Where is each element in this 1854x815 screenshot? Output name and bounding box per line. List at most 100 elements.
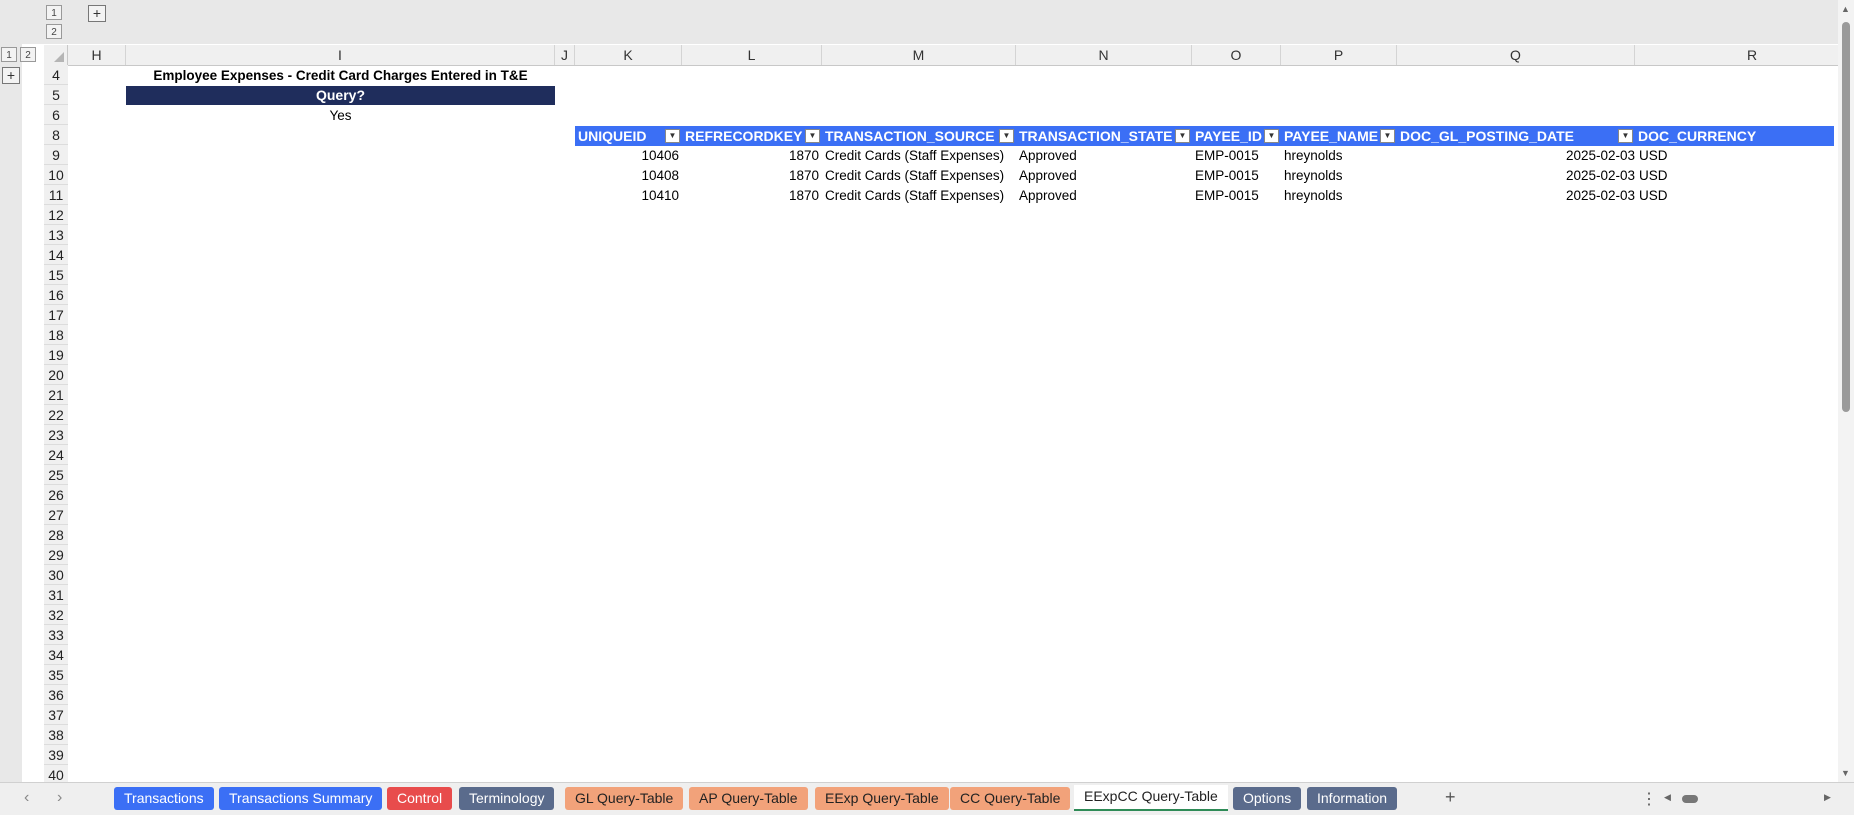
row-outline-level-1-button[interactable]: 1 (1, 47, 17, 62)
tab-eexpcc-query-table[interactable]: EExpCC Query-Table (1074, 785, 1228, 811)
cell-uniqueid[interactable]: 10406 (575, 146, 679, 166)
scroll-left-icon[interactable]: ◀ (1664, 792, 1671, 803)
cell-doc-gl-posting-date[interactable]: 2025-02-03 (1400, 166, 1635, 186)
column-header-n[interactable]: N (1016, 45, 1192, 65)
row-header[interactable]: 31 (44, 585, 68, 605)
column-header-o[interactable]: O (1192, 45, 1281, 65)
row-header[interactable]: 19 (44, 345, 68, 365)
cell-transaction-source[interactable]: Credit Cards (Staff Expenses) (825, 186, 1015, 206)
cell-uniqueid[interactable]: 10410 (575, 186, 679, 206)
cell-refrecordkey[interactable]: 1870 (682, 166, 819, 186)
outline-level-1-button[interactable]: 1 (46, 5, 62, 20)
column-header-r[interactable]: R (1635, 45, 1854, 65)
row-header[interactable]: 29 (44, 545, 68, 565)
column-header-q[interactable]: Q (1397, 45, 1635, 65)
column-header-j[interactable]: J (555, 45, 575, 65)
scroll-right-icon[interactable]: ▶ (1824, 792, 1831, 803)
row-header[interactable]: 35 (44, 665, 68, 685)
filter-dropdown-icon[interactable]: ▼ (1175, 129, 1190, 143)
row-header[interactable]: 17 (44, 305, 68, 325)
filter-dropdown-icon[interactable]: ▼ (1264, 129, 1279, 143)
horizontal-scrollbar[interactable]: ◀ ▶ (1664, 792, 1834, 806)
query-label-cell[interactable]: Query? (126, 86, 555, 105)
cell-doc-currency[interactable]: USD (1639, 146, 1829, 166)
cell-transaction-state[interactable]: Approved (1019, 186, 1191, 206)
column-header-i[interactable]: I (126, 45, 555, 65)
row-header[interactable]: 25 (44, 465, 68, 485)
column-header-h[interactable]: H (68, 45, 126, 65)
tab-transactions-summary[interactable]: Transactions Summary (219, 787, 383, 810)
cell-refrecordkey[interactable]: 1870 (682, 186, 819, 206)
cell-transaction-source[interactable]: Credit Cards (Staff Expenses) (825, 166, 1015, 186)
row-header[interactable]: 23 (44, 425, 68, 445)
column-header-l[interactable]: L (682, 45, 822, 65)
cell-payee-id[interactable]: EMP-0015 (1195, 146, 1281, 166)
cell-payee-id[interactable]: EMP-0015 (1195, 186, 1281, 206)
tab-gl-query-table[interactable]: GL Query-Table (565, 787, 684, 810)
tab-scroll-left-icon[interactable]: ‹ (24, 789, 29, 807)
scroll-down-icon[interactable]: ▼ (1841, 768, 1850, 778)
tab-eexp-query-table[interactable]: EExp Query-Table (815, 787, 949, 810)
filter-dropdown-icon[interactable]: ▼ (805, 129, 820, 143)
row-header[interactable]: 18 (44, 325, 68, 345)
filter-dropdown-icon[interactable]: ▼ (665, 129, 680, 143)
vertical-scroll-thumb[interactable] (1842, 22, 1850, 412)
row-header[interactable]: 20 (44, 365, 68, 385)
sheet-title[interactable]: Employee Expenses - Credit Card Charges … (126, 66, 555, 86)
row-header[interactable]: 24 (44, 445, 68, 465)
tab-control[interactable]: Control (387, 787, 453, 810)
row-header[interactable]: 27 (44, 505, 68, 525)
row-header[interactable]: 21 (44, 385, 68, 405)
query-value-cell[interactable]: Yes (126, 106, 555, 126)
row-header[interactable]: 34 (44, 645, 68, 665)
cell-payee-name[interactable]: hreynolds (1284, 166, 1396, 186)
row-header[interactable]: 30 (44, 565, 68, 585)
row-header[interactable]: 11 (44, 185, 68, 205)
tab-information[interactable]: Information (1307, 787, 1398, 810)
tab-scroll-right-icon[interactable]: › (57, 789, 62, 807)
cell-payee-id[interactable]: EMP-0015 (1195, 166, 1281, 186)
horizontal-scroll-thumb[interactable] (1682, 795, 1698, 803)
cell-payee-name[interactable]: hreynolds (1284, 186, 1396, 206)
row-header[interactable]: 15 (44, 265, 68, 285)
cell-transaction-state[interactable]: Approved (1019, 146, 1191, 166)
cell-payee-name[interactable]: hreynolds (1284, 146, 1396, 166)
tab-cc-query-table[interactable]: CC Query-Table (950, 787, 1071, 810)
vertical-scrollbar[interactable]: ▲ ▼ (1838, 0, 1854, 782)
row-header[interactable]: 4 (44, 65, 68, 85)
outline-level-2-button[interactable]: 2 (46, 24, 62, 39)
row-header[interactable]: 38 (44, 725, 68, 745)
more-options-icon[interactable]: ⋮ (1641, 789, 1657, 809)
expand-rows-button[interactable]: + (2, 67, 20, 84)
filter-dropdown-icon[interactable]: ▼ (999, 129, 1014, 143)
cell-doc-currency[interactable]: USD (1639, 166, 1829, 186)
row-header[interactable]: 14 (44, 245, 68, 265)
expand-columns-button[interactable]: + (88, 5, 106, 22)
cell-refrecordkey[interactable]: 1870 (682, 146, 819, 166)
row-header[interactable]: 5 (44, 85, 68, 105)
select-all-corner[interactable] (44, 45, 68, 65)
row-header[interactable]: 9 (44, 145, 68, 165)
row-header[interactable]: 28 (44, 525, 68, 545)
row-header[interactable]: 33 (44, 625, 68, 645)
column-header-m[interactable]: M (822, 45, 1016, 65)
column-header-p[interactable]: P (1281, 45, 1397, 65)
row-outline-level-2-button[interactable]: 2 (20, 47, 36, 62)
cell-uniqueid[interactable]: 10408 (575, 166, 679, 186)
row-header[interactable]: 37 (44, 705, 68, 725)
row-header[interactable]: 13 (44, 225, 68, 245)
row-header[interactable]: 26 (44, 485, 68, 505)
cell-doc-currency[interactable]: USD (1639, 186, 1829, 206)
tab-options[interactable]: Options (1233, 787, 1302, 810)
cell-transaction-source[interactable]: Credit Cards (Staff Expenses) (825, 146, 1015, 166)
add-sheet-icon[interactable]: + (1445, 787, 1456, 808)
filter-dropdown-icon[interactable]: ▼ (1618, 129, 1633, 143)
scroll-up-icon[interactable]: ▲ (1841, 4, 1850, 14)
column-header-k[interactable]: K (575, 45, 682, 65)
cell-doc-gl-posting-date[interactable]: 2025-02-03 (1400, 146, 1635, 166)
tab-ap-query-table[interactable]: AP Query-Table (689, 787, 808, 810)
row-header[interactable]: 10 (44, 165, 68, 185)
cell-doc-gl-posting-date[interactable]: 2025-02-03 (1400, 186, 1635, 206)
row-header[interactable]: 36 (44, 685, 68, 705)
row-header[interactable]: 16 (44, 285, 68, 305)
